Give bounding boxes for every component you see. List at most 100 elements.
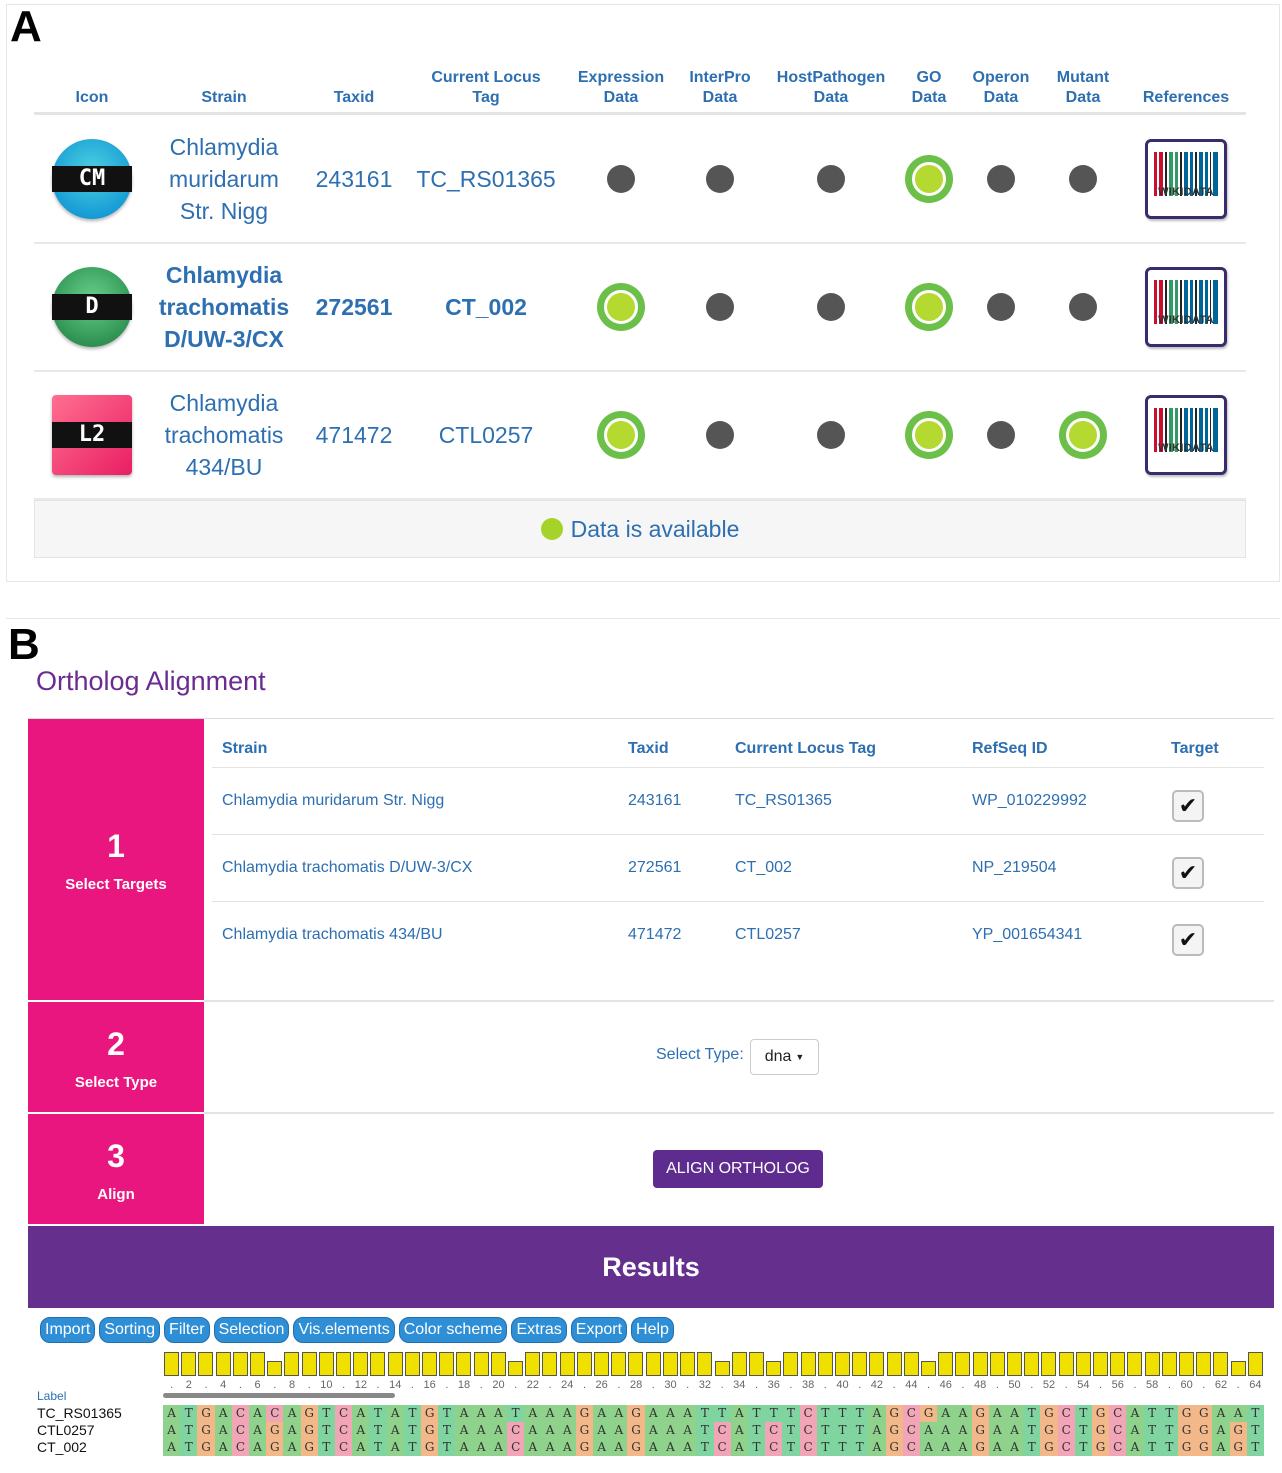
col-header-taxid[interactable]: Taxid <box>628 740 669 758</box>
wikidata-link[interactable]: WIKIDATA <box>1145 267 1227 347</box>
ruler-tick-label: 48 <box>974 1379 987 1391</box>
wikidata-link[interactable]: WIKIDATA <box>1145 395 1227 475</box>
residue: A <box>593 1439 611 1456</box>
data-available-icon[interactable] <box>905 283 953 331</box>
residue: T <box>851 1439 869 1456</box>
cell-hostpathogen <box>817 116 845 242</box>
residue: A <box>937 1439 955 1456</box>
residue: G <box>197 1439 215 1456</box>
col-header-expression[interactable]: Expression Data <box>578 58 664 108</box>
ruler-tick-label: 4 <box>220 1379 227 1391</box>
residue: G <box>1040 1439 1058 1456</box>
cell-locus[interactable]: CTL0257 <box>439 372 534 498</box>
residue: C <box>765 1439 783 1456</box>
col-header-locus[interactable]: Current Locus Tag <box>735 740 876 758</box>
ruler-tick-label: 14 <box>389 1379 402 1391</box>
cell-taxid[interactable]: 272561 <box>316 244 393 370</box>
sequence-label[interactable]: CT_002 <box>37 1439 87 1455</box>
data-available-icon[interactable] <box>597 283 645 331</box>
ruler-tick-label: 50 <box>1008 1379 1021 1391</box>
ruler-tick-label: 40 <box>836 1379 849 1391</box>
ruler-tick-label: 64 <box>1249 1379 1262 1391</box>
data-available-icon[interactable] <box>1059 411 1107 459</box>
residue: T <box>1023 1422 1041 1439</box>
sequence-row[interactable]: ATGACAGAGTCATATGTAAACAAAGAAGAAATCATCTCTT… <box>163 1422 1264 1439</box>
sequence-label[interactable]: TC_RS01365 <box>37 1405 122 1421</box>
residue: A <box>1126 1405 1144 1422</box>
conservation-bar <box>1092 1352 1108 1376</box>
ruler-dot: . <box>1202 1379 1206 1391</box>
residue: G <box>971 1439 989 1456</box>
cell-strain[interactable]: Chlamydia trachomatis D/UW-3/CX <box>159 244 289 370</box>
residue: A <box>283 1405 301 1422</box>
target-checkbox[interactable]: ✔ <box>1172 857 1204 889</box>
residue: G <box>1195 1439 1213 1456</box>
menu-export[interactable]: Export <box>570 1317 628 1343</box>
menu-selection[interactable]: Selection <box>213 1317 290 1343</box>
cell-taxid[interactable]: 243161 <box>316 116 393 242</box>
residue: A <box>1005 1439 1024 1456</box>
col-header-strain[interactable]: Strain <box>201 58 246 108</box>
data-available-icon[interactable] <box>905 411 953 459</box>
ruler-tick-label: 8 <box>288 1379 296 1391</box>
ruler-tick-label: 30 <box>664 1379 677 1391</box>
col-header-hostpathogen[interactable]: HostPathogen Data <box>777 58 885 108</box>
cell-strain[interactable]: Chlamydia muridarum Str. Nigg <box>169 116 279 242</box>
sequence-row[interactable]: ATGACACAGTCATATGTAAATAAAGAAGAAATTATTTCTT… <box>163 1405 1264 1422</box>
col-header-interpro[interactable]: InterPro Data <box>689 58 750 108</box>
align-ortholog-button[interactable]: ALIGN ORTHOLOG <box>653 1150 823 1188</box>
menu-filter[interactable]: Filter <box>164 1317 210 1343</box>
residue: G <box>1040 1405 1058 1422</box>
cell-strain[interactable]: Chlamydia trachomatis 434/BU <box>222 926 443 944</box>
menu-import[interactable]: Import <box>40 1317 96 1343</box>
residue: C <box>1057 1422 1075 1439</box>
sequence-label[interactable]: CTL0257 <box>37 1422 95 1438</box>
conservation-bar <box>267 1361 283 1376</box>
residue: G <box>971 1405 989 1422</box>
cell-refseq: YP_001654341 <box>972 926 1083 943</box>
residue: A <box>919 1422 938 1439</box>
col-header-references[interactable]: References <box>1143 58 1229 108</box>
ruler-dot: . <box>961 1379 965 1391</box>
col-header-target[interactable]: Target <box>1171 740 1219 758</box>
col-header-mutant[interactable]: Mutant Data <box>1057 58 1109 108</box>
cell-locus[interactable]: TC_RS01365 <box>416 116 555 242</box>
cell-locus[interactable]: CT_002 <box>445 244 527 370</box>
ruler-dot: . <box>617 1379 621 1391</box>
ruler-tick-label: 6 <box>254 1379 261 1391</box>
col-header-locus[interactable]: Current Locus Tag <box>431 58 540 108</box>
col-header-operon[interactable]: Operon Data <box>973 58 1030 108</box>
select-type-dropdown[interactable]: dna ▼ <box>750 1039 819 1075</box>
cell-strain[interactable]: Chlamydia trachomatis 434/BU <box>165 372 284 498</box>
title-divider <box>28 718 1274 719</box>
target-checkbox[interactable]: ✔ <box>1172 790 1204 822</box>
cell-operon <box>987 244 1015 370</box>
conservation-bar <box>284 1352 300 1376</box>
cell-taxid[interactable]: 471472 <box>316 372 393 498</box>
col-header-refseq[interactable]: RefSeq ID <box>972 740 1048 758</box>
cell-mutant <box>1069 116 1097 242</box>
ruler-tick-label: 56 <box>1111 1379 1124 1391</box>
col-header-go[interactable]: GO Data <box>912 58 947 108</box>
conservation-bar <box>955 1352 971 1376</box>
col-header-taxid[interactable]: Taxid <box>334 58 375 108</box>
cell-strain[interactable]: Chlamydia muridarum Str. Nigg <box>222 792 444 810</box>
data-available-icon[interactable] <box>597 411 645 459</box>
col-header-strain[interactable]: Strain <box>222 740 267 758</box>
sequence-row[interactable]: ATGACAGAGTCATATGTAAACAAAGAAGAAATCATCTCTT… <box>163 1439 1264 1456</box>
overview-scrollbar[interactable] <box>163 1393 395 1398</box>
menu-extras[interactable]: Extras <box>511 1317 567 1343</box>
cell-strain[interactable]: Chlamydia trachomatis D/UW-3/CX <box>222 859 472 877</box>
menu-sorting[interactable]: Sorting <box>99 1317 161 1343</box>
col-header-icon[interactable]: Icon <box>76 58 109 108</box>
menu-vis-elements[interactable]: Vis.elements <box>293 1317 395 1343</box>
menu-help[interactable]: Help <box>631 1317 674 1343</box>
data-available-icon[interactable] <box>905 155 953 203</box>
conservation-bar <box>1058 1352 1074 1376</box>
ruler-tick-label: 54 <box>1077 1379 1090 1391</box>
conservation-bar <box>559 1352 575 1376</box>
ruler-tick-label: 2 <box>185 1379 192 1391</box>
wikidata-link[interactable]: WIKIDATA <box>1145 139 1227 219</box>
target-checkbox[interactable]: ✔ <box>1172 924 1204 956</box>
menu-color-scheme[interactable]: Color scheme <box>398 1317 508 1343</box>
